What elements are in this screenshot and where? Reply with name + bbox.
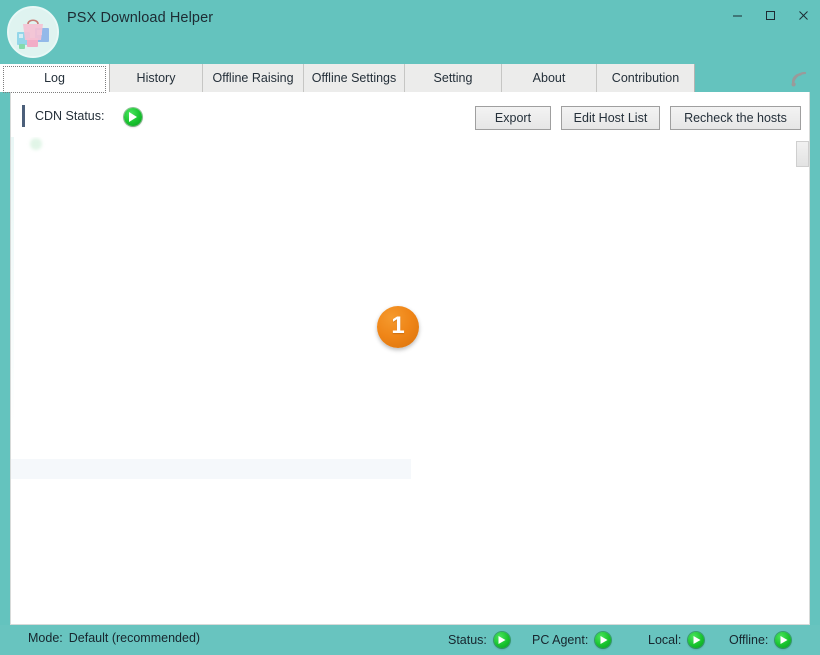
status-connection: Status: bbox=[448, 632, 510, 648]
text-caret bbox=[22, 105, 25, 127]
log-row[interactable] bbox=[29, 245, 544, 258]
status-offline: Offline: bbox=[729, 632, 792, 648]
tab-strip: Log History Offline Raising Offline Sett… bbox=[0, 64, 820, 93]
log-content-area[interactable] bbox=[11, 137, 809, 624]
tab-history-label: History bbox=[136, 71, 176, 85]
tab-log-label: Log bbox=[44, 71, 65, 85]
status-bar: Mode: Default (recommended) Status: PC A… bbox=[0, 625, 820, 655]
recheck-hosts-button[interactable]: Recheck the hosts bbox=[670, 106, 801, 130]
tab-offline-raising-label: Offline Raising bbox=[212, 71, 294, 85]
tab-offline-settings-label: Offline Settings bbox=[311, 71, 397, 85]
tab-about-label: About bbox=[532, 71, 566, 85]
status-pc-agent: PC Agent: bbox=[532, 632, 612, 648]
pc-agent-green-play-icon[interactable] bbox=[595, 632, 612, 648]
log-row[interactable] bbox=[29, 389, 544, 402]
log-left-edge bbox=[11, 137, 14, 624]
tab-history[interactable]: History bbox=[110, 64, 203, 92]
offline-green-play-icon[interactable] bbox=[775, 632, 792, 648]
log-row[interactable] bbox=[29, 227, 544, 240]
log-row[interactable] bbox=[29, 137, 544, 150]
log-row[interactable] bbox=[29, 263, 544, 276]
status-green-play-icon[interactable] bbox=[493, 632, 510, 648]
maximize-icon[interactable] bbox=[754, 0, 787, 30]
log-row[interactable] bbox=[29, 335, 544, 348]
status-local: Local: bbox=[648, 632, 705, 648]
log-row[interactable] bbox=[29, 281, 544, 294]
log-scrollbar-thumb[interactable] bbox=[796, 141, 809, 167]
log-row[interactable] bbox=[29, 155, 544, 168]
export-button[interactable]: Export bbox=[475, 106, 551, 130]
toolbar-buttons: Export Edit Host List Recheck the hosts bbox=[475, 106, 801, 130]
log-panel: CDN Status: Export Edit Host List Rechec… bbox=[10, 92, 810, 625]
tab-setting-label: Setting bbox=[433, 71, 473, 85]
tab-offline-settings[interactable]: Offline Settings bbox=[304, 64, 405, 92]
edit-host-list-button[interactable]: Edit Host List bbox=[561, 106, 660, 130]
tab-list: Log History Offline Raising Offline Sett… bbox=[0, 64, 695, 93]
tab-contribution-label: Contribution bbox=[611, 71, 680, 85]
minimize-icon[interactable] bbox=[721, 0, 754, 30]
cdn-status-label: CDN Status: bbox=[35, 109, 105, 123]
tab-about[interactable]: About bbox=[502, 64, 597, 92]
application-window: PSX Download Helper Log History Offline … bbox=[0, 0, 820, 655]
annotation-badge-number: 1 bbox=[391, 312, 405, 339]
log-row[interactable] bbox=[29, 425, 544, 438]
log-row-highlight bbox=[11, 459, 411, 479]
rss-feed-icon[interactable] bbox=[788, 67, 812, 89]
tab-offline-raising[interactable]: Offline Raising bbox=[203, 64, 304, 92]
close-icon[interactable] bbox=[787, 0, 820, 30]
log-row[interactable] bbox=[29, 353, 544, 366]
log-row[interactable] bbox=[29, 191, 544, 204]
tab-log[interactable]: Log bbox=[0, 64, 110, 93]
shopping-bag-logo-icon bbox=[7, 6, 59, 58]
status-pc-agent-label: PC Agent: bbox=[532, 632, 589, 647]
tab-setting[interactable]: Setting bbox=[405, 64, 502, 92]
log-row[interactable] bbox=[29, 209, 544, 222]
title-bar: PSX Download Helper bbox=[0, 0, 820, 64]
status-mode-value: Default (recommended) bbox=[68, 631, 201, 645]
status-local-label: Local: bbox=[648, 632, 682, 647]
local-green-play-icon[interactable] bbox=[688, 632, 705, 648]
log-row[interactable] bbox=[29, 371, 544, 384]
log-row[interactable] bbox=[29, 443, 544, 456]
log-row[interactable] bbox=[29, 173, 544, 186]
status-offline-label: Offline: bbox=[729, 632, 769, 647]
status-connection-label: Status: bbox=[448, 632, 487, 647]
log-row[interactable] bbox=[29, 299, 544, 312]
tab-contribution[interactable]: Contribution bbox=[597, 64, 694, 92]
cdn-status-green-play-icon[interactable] bbox=[124, 108, 142, 126]
status-mode: Mode: Default (recommended) bbox=[28, 632, 200, 645]
log-row[interactable] bbox=[29, 317, 544, 330]
window-controls bbox=[721, 0, 820, 30]
window-title: PSX Download Helper bbox=[67, 10, 214, 26]
status-mode-label: Mode: bbox=[28, 631, 63, 645]
annotation-badge-1: 1 bbox=[377, 306, 419, 348]
log-row[interactable] bbox=[29, 407, 544, 420]
